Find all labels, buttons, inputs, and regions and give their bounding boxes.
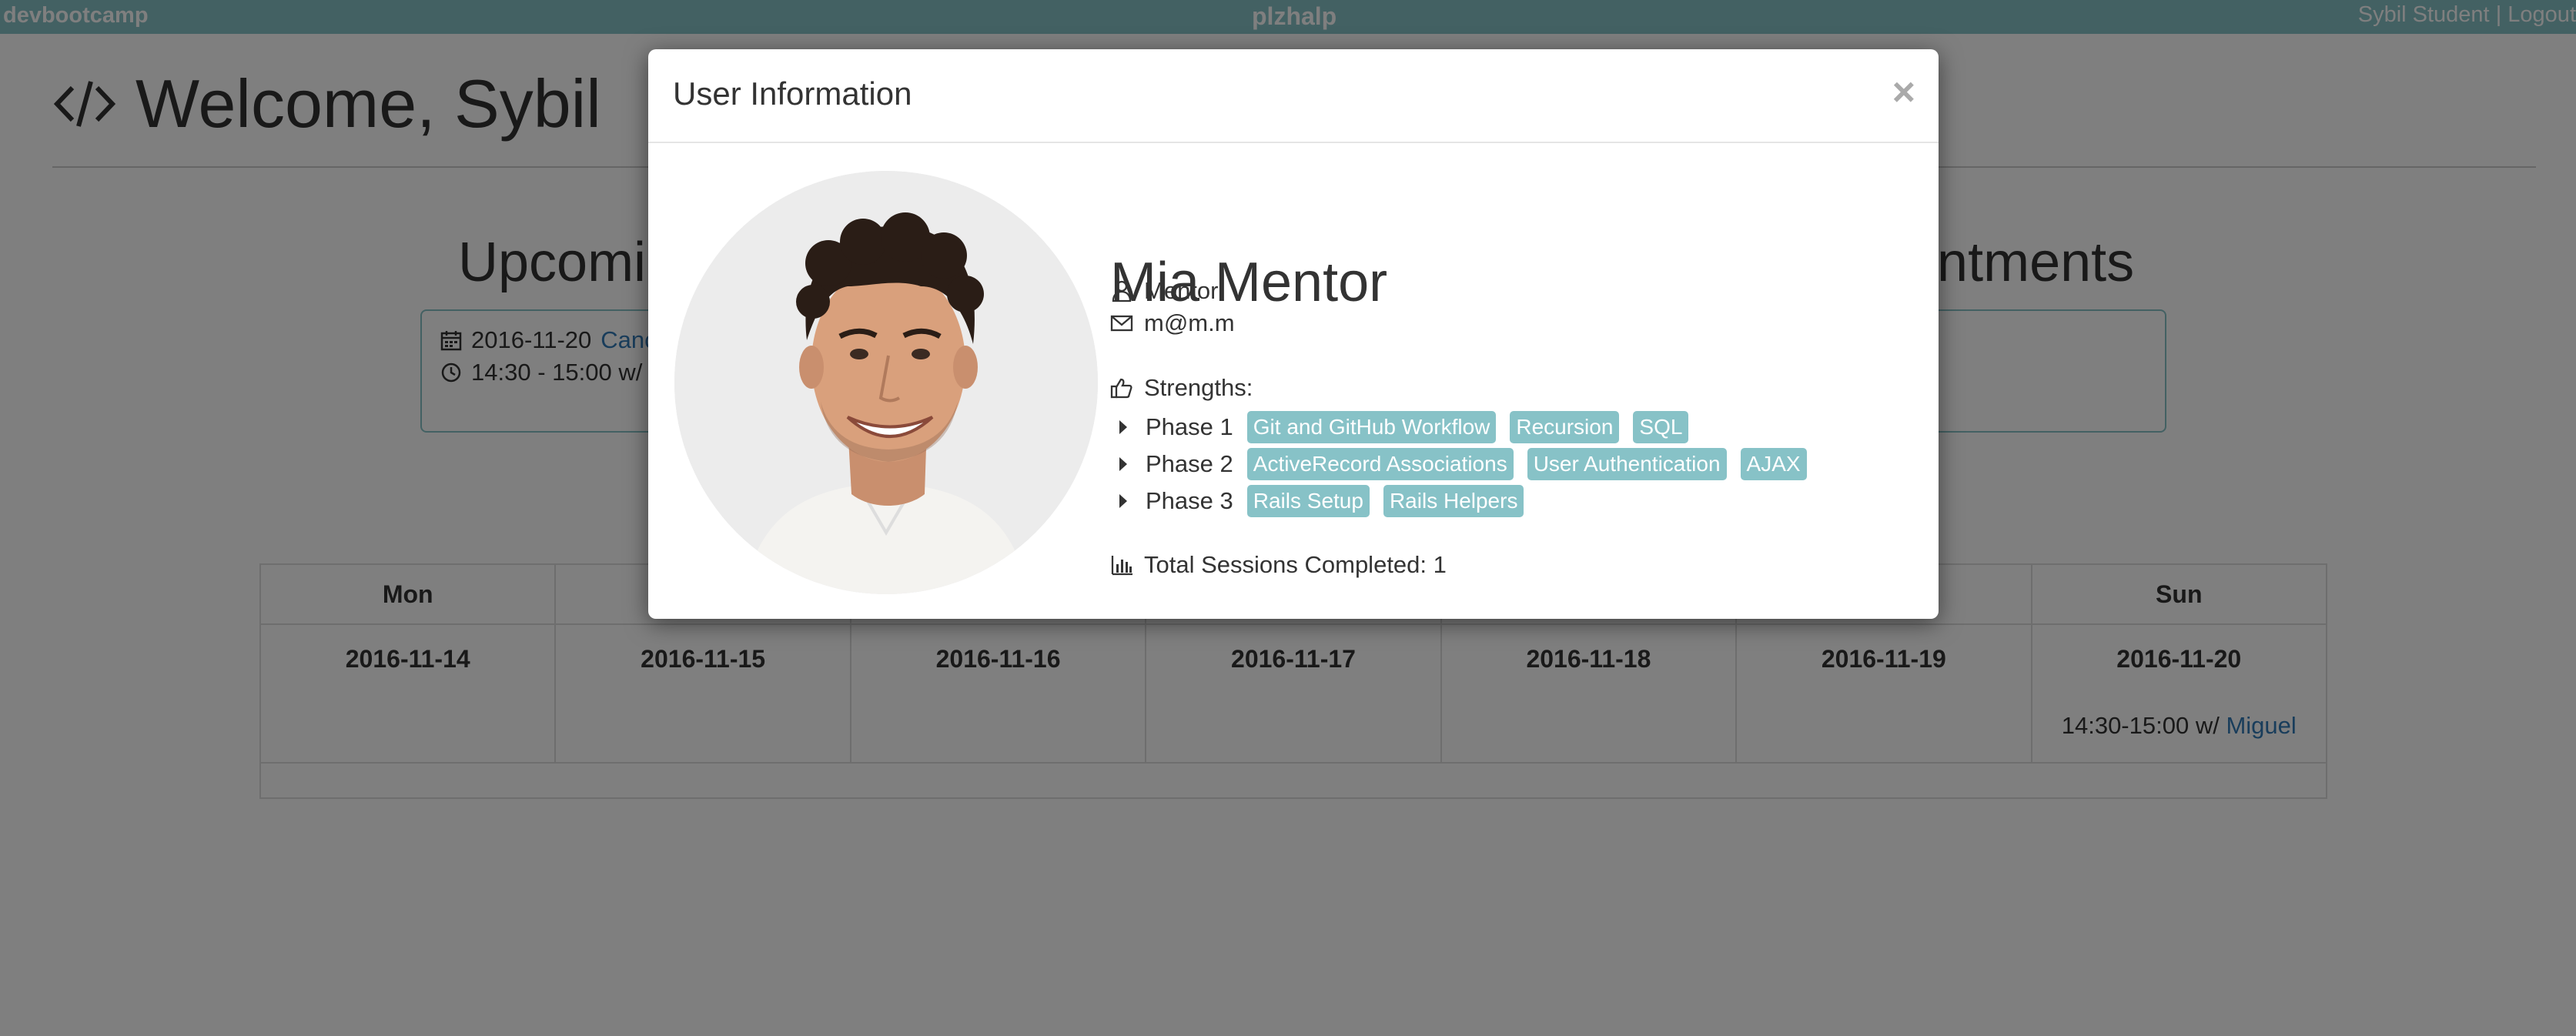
caret-right-icon[interactable] <box>1119 494 1127 508</box>
bar-chart-icon <box>1111 556 1132 576</box>
close-button[interactable]: × <box>1892 69 1915 115</box>
strength-tag: AJAX <box>1740 448 1807 480</box>
strength-tag: Git and GitHub Workflow <box>1246 411 1497 443</box>
modal-title: User Information <box>673 75 912 112</box>
envelope-icon <box>1110 315 1133 332</box>
strengths-label: Strengths: <box>1144 374 1253 401</box>
strength-tag: Rails Helpers <box>1383 485 1524 517</box>
strength-tag: SQL <box>1633 411 1689 443</box>
role-text: Mentor <box>1144 277 1219 304</box>
email-row: m@m.m <box>1110 309 1235 337</box>
sessions-row: Total Sessions Completed: 1 <box>1110 551 1447 579</box>
strength-tag: Rails Setup <box>1246 485 1370 517</box>
phase-2-row: Phase 2 ActiveRecord Associations User A… <box>1110 448 1807 480</box>
thumbs-up-icon <box>1110 378 1132 399</box>
modal-header: User Information × <box>648 49 1939 143</box>
phase-1-row: Phase 1 Git and GitHub Workflow Recursio… <box>1110 411 1689 443</box>
avatar-photo <box>674 171 1098 594</box>
strength-tag: ActiveRecord Associations <box>1246 448 1514 480</box>
user-info-modal: User Information × Mia Mentor Mentor m@m… <box>648 49 1939 619</box>
phase-label: Phase 1 <box>1146 413 1233 440</box>
avatar <box>674 171 1098 594</box>
user-icon <box>1112 280 1132 302</box>
strength-tag: User Authentication <box>1527 448 1727 480</box>
phase-3-row: Phase 3 Rails Setup Rails Helpers <box>1110 485 1524 517</box>
strength-tag: Recursion <box>1510 411 1620 443</box>
phase-label: Phase 3 <box>1146 487 1233 514</box>
strengths-row: Strengths: <box>1110 374 1253 402</box>
caret-right-icon[interactable] <box>1119 457 1127 471</box>
role-row: Mentor <box>1110 277 1218 305</box>
sessions-text: Total Sessions Completed: 1 <box>1144 551 1447 578</box>
phase-label: Phase 2 <box>1146 450 1233 477</box>
email-text: m@m.m <box>1144 309 1235 336</box>
caret-right-icon[interactable] <box>1119 420 1127 434</box>
